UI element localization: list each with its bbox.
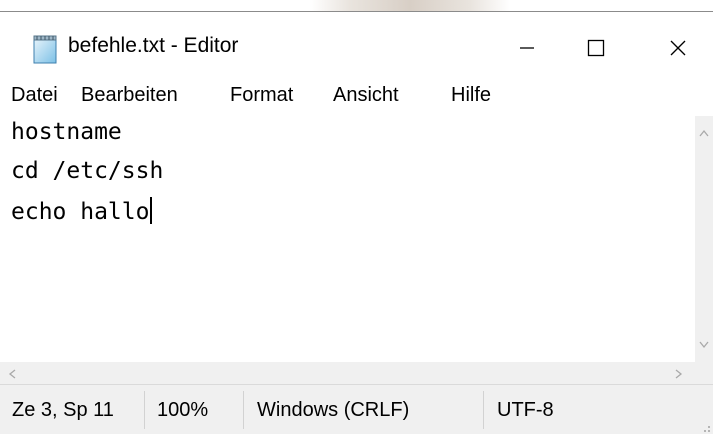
text-caret <box>150 197 153 224</box>
close-button[interactable] <box>650 24 706 76</box>
status-divider <box>483 391 484 429</box>
minimize-button[interactable] <box>499 24 555 76</box>
status-divider <box>144 391 145 429</box>
text-line-1: hostname <box>11 119 122 145</box>
resize-grip-icon[interactable] <box>699 420 711 432</box>
minimize-icon <box>519 40 535 61</box>
menu-ansicht[interactable]: Ansicht <box>333 84 399 107</box>
menu-format[interactable]: Format <box>230 84 293 107</box>
status-divider <box>243 391 244 429</box>
window-title: befehle.txt - Editor <box>68 34 239 57</box>
text-line-2: cd /etc/ssh <box>11 158 164 184</box>
maximize-button[interactable] <box>568 24 624 76</box>
menu-bar: Datei Bearbeiten Format Ansicht Hilfe <box>0 76 713 116</box>
text-line-3: echo hallo <box>11 197 153 225</box>
text-line-3-content: echo hallo <box>11 199 150 225</box>
status-bar: Ze 3, Sp 11 100% Windows (CRLF) UTF-8 <box>0 384 713 434</box>
maximize-icon <box>587 39 605 62</box>
scroll-right-icon[interactable] <box>675 368 683 381</box>
scroll-left-icon[interactable] <box>8 368 16 381</box>
desktop-strip <box>0 0 713 12</box>
menu-bearbeiten[interactable]: Bearbeiten <box>81 84 178 107</box>
notepad-icon <box>32 34 58 64</box>
horizontal-scrollbar[interactable] <box>0 362 713 384</box>
title-bar[interactable]: befehle.txt - Editor <box>0 12 713 76</box>
text-editor[interactable]: hostname cd /etc/ssh echo hallo <box>0 116 695 362</box>
menu-hilfe[interactable]: Hilfe <box>451 84 491 107</box>
status-encoding: UTF-8 <box>497 398 554 421</box>
vertical-scrollbar[interactable] <box>695 116 713 362</box>
scroll-down-icon[interactable] <box>699 338 709 351</box>
status-zoom: 100% <box>157 398 209 421</box>
status-cursor-position: Ze 3, Sp 11 <box>12 398 114 421</box>
close-icon <box>669 39 687 62</box>
menu-datei[interactable]: Datei <box>11 84 58 107</box>
status-line-ending: Windows (CRLF) <box>257 398 410 421</box>
scroll-up-icon[interactable] <box>699 126 709 139</box>
